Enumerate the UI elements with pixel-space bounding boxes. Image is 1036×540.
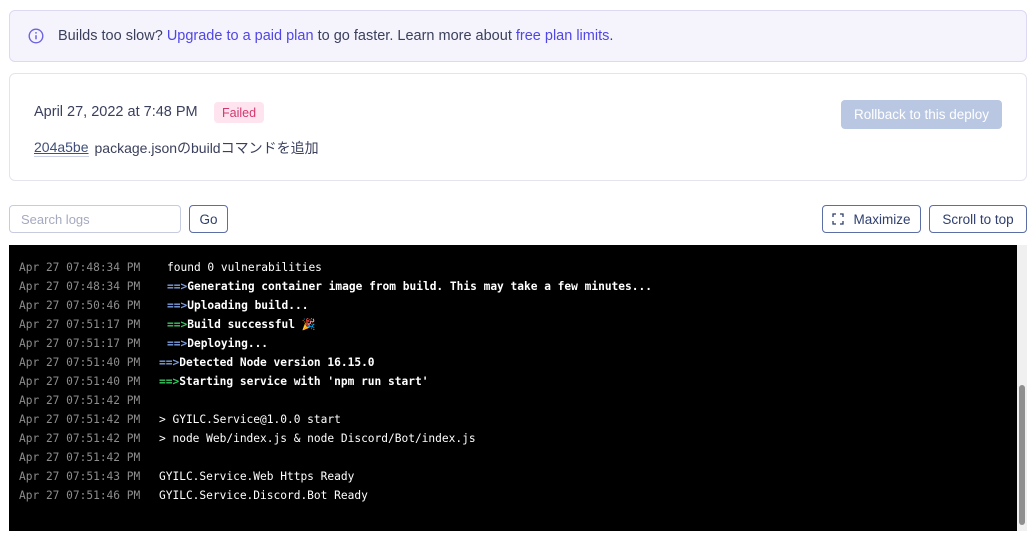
commit-hash-link[interactable]: 204a5be bbox=[34, 139, 89, 157]
upgrade-link[interactable]: Upgrade to a paid plan bbox=[167, 28, 314, 44]
commit-message: package.jsonのbuildコマンドを追加 bbox=[94, 140, 319, 156]
log-scrollbar-thumb[interactable] bbox=[1019, 385, 1025, 525]
log-line: Apr 27 07:51:42 PM bbox=[19, 448, 652, 467]
log-line: Apr 27 07:51:40 PM ==> Detected Node vers… bbox=[19, 353, 652, 372]
log-arrow-green: ==> bbox=[167, 318, 188, 331]
log-timestamp: Apr 27 07:51:42 PM bbox=[19, 432, 141, 445]
maximize-label: Maximize bbox=[853, 211, 911, 227]
maximize-button[interactable]: Maximize bbox=[822, 205, 921, 233]
log-message: GYILC.Service.Web Https Ready bbox=[159, 470, 355, 483]
log-line: Apr 27 07:51:42 PM bbox=[19, 391, 652, 410]
search-logs-input[interactable] bbox=[9, 205, 181, 233]
log-arrow-blue: ==> bbox=[167, 299, 188, 312]
log-message: > GYILC.Service@1.0.0 start bbox=[159, 413, 341, 426]
log-line: Apr 27 07:51:17 PM ==> Deploying... bbox=[19, 334, 652, 353]
log-line: Apr 27 07:51:42 PM > node Web/index.js & … bbox=[19, 429, 652, 448]
log-line: Apr 27 07:51:40 PM ==> Starting service w… bbox=[19, 372, 652, 391]
log-timestamp: Apr 27 07:51:42 PM bbox=[19, 451, 141, 464]
log-scrollbar[interactable] bbox=[1017, 245, 1027, 531]
log-timestamp: Apr 27 07:51:17 PM bbox=[19, 337, 141, 350]
log-timestamp: Apr 27 07:51:17 PM bbox=[19, 318, 141, 331]
log-timestamp: Apr 27 07:48:34 PM bbox=[19, 280, 141, 293]
log-line: Apr 27 07:51:46 PM GYILC.Service.Discord.… bbox=[19, 486, 652, 505]
log-message: Uploading build... bbox=[187, 299, 309, 312]
log-lines: Apr 27 07:48:34 PM found 0 vulnerabilitie… bbox=[19, 258, 652, 505]
log-line: Apr 27 07:48:34 PM found 0 vulnerabilitie… bbox=[19, 258, 652, 277]
log-timestamp: Apr 27 07:51:42 PM bbox=[19, 413, 141, 426]
log-line: Apr 27 07:51:42 PM > GYILC.Service@1.0.0 … bbox=[19, 410, 652, 429]
info-circle-icon bbox=[28, 28, 44, 44]
log-timestamp: Apr 27 07:51:40 PM bbox=[19, 356, 141, 369]
log-message: Detected Node version 16.15.0 bbox=[179, 356, 375, 369]
log-arrow-blue: ==> bbox=[159, 356, 180, 369]
log-line: Apr 27 07:48:34 PM ==> Generating contain… bbox=[19, 277, 652, 296]
go-button[interactable]: Go bbox=[189, 205, 228, 233]
log-timestamp: Apr 27 07:51:46 PM bbox=[19, 489, 141, 502]
log-arrow-blue: ==> bbox=[167, 280, 188, 293]
banner-prefix: Builds too slow? bbox=[58, 28, 163, 44]
deploy-card: April 27, 2022 at 7:48 PM Failed Rollbac… bbox=[9, 73, 1027, 181]
rollback-button[interactable]: Rollback to this deploy bbox=[841, 100, 1002, 129]
log-line: Apr 27 07:51:43 PM GYILC.Service.Web Http… bbox=[19, 467, 652, 486]
banner-middle: to go faster. Learn more about bbox=[317, 28, 512, 44]
log-arrow-green: ==> bbox=[159, 375, 180, 388]
log-message: GYILC.Service.Discord.Bot Ready bbox=[159, 489, 368, 502]
log-timestamp: Apr 27 07:48:34 PM bbox=[19, 261, 141, 274]
banner-suffix: . bbox=[609, 28, 614, 44]
log-timestamp: Apr 27 07:50:46 PM bbox=[19, 299, 141, 312]
log-timestamp: Apr 27 07:51:43 PM bbox=[19, 470, 141, 483]
log-panel[interactable]: Apr 27 07:48:34 PM found 0 vulnerabilitie… bbox=[9, 245, 1027, 531]
log-line: Apr 27 07:50:46 PM ==> Uploading build... bbox=[19, 296, 652, 315]
upgrade-banner: Builds too slow? Upgrade to a paid plan … bbox=[9, 10, 1027, 62]
log-message: found 0 vulnerabilities bbox=[167, 261, 322, 274]
free-plan-limits-link[interactable]: free plan limits bbox=[516, 28, 609, 44]
log-line: Apr 27 07:51:17 PM ==> Build successful 🎉 bbox=[19, 315, 652, 334]
log-message: > node Web/index.js & node Discord/Bot/i… bbox=[159, 432, 476, 445]
log-message: Deploying... bbox=[187, 337, 269, 350]
log-timestamp: Apr 27 07:51:42 PM bbox=[19, 394, 141, 407]
log-message: Starting service with 'npm run start' bbox=[179, 375, 429, 388]
expand-icon bbox=[832, 213, 845, 225]
status-badge: Failed bbox=[214, 102, 265, 123]
log-message: Build successful 🎉 bbox=[187, 318, 316, 331]
log-timestamp: Apr 27 07:51:40 PM bbox=[19, 375, 141, 388]
deploy-date: April 27, 2022 at 7:48 PM bbox=[34, 104, 198, 120]
log-arrow-blue: ==> bbox=[167, 337, 188, 350]
scroll-to-top-button[interactable]: Scroll to top bbox=[929, 205, 1027, 233]
log-message: Generating container image from build. T… bbox=[187, 280, 652, 293]
commit-line: 204a5be package.jsonのbuildコマンドを追加 bbox=[34, 138, 319, 158]
